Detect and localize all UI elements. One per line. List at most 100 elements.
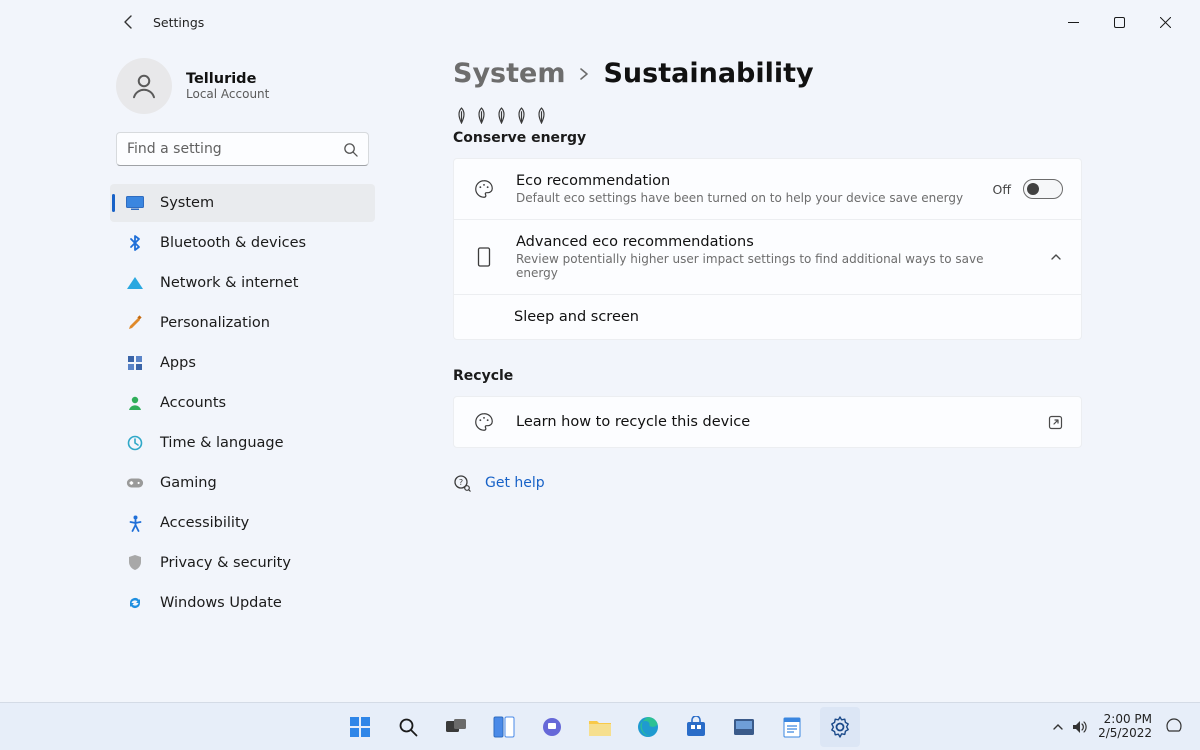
search-input[interactable] xyxy=(127,141,343,157)
nav-item-label: Network & internet xyxy=(160,275,298,291)
update-icon xyxy=(126,594,144,612)
globe-clock-icon xyxy=(126,434,144,452)
bluetooth-icon xyxy=(126,234,144,252)
advanced-subtitle: Review potentially higher user impact se… xyxy=(516,252,1029,280)
nav-item-privacy-security[interactable]: Privacy & security xyxy=(110,544,375,582)
nav-item-label: Time & language xyxy=(160,435,284,451)
nav-item-time-language[interactable]: Time & language xyxy=(110,424,375,462)
close-icon xyxy=(1160,17,1171,28)
system-tray[interactable] xyxy=(1052,720,1088,734)
nav-item-label: Accounts xyxy=(160,395,226,411)
minimize-button[interactable] xyxy=(1050,6,1096,38)
nav-item-personalization[interactable]: Personalization xyxy=(110,304,375,342)
task-view-icon xyxy=(445,718,467,736)
taskbar-date: 2/5/2022 xyxy=(1098,727,1152,741)
chevron-right-icon xyxy=(577,67,591,81)
wifi-icon xyxy=(126,274,144,292)
minimize-icon xyxy=(1068,17,1079,28)
svg-text:?: ? xyxy=(459,478,463,487)
taskbar-clock[interactable]: 2:00 PM 2/5/2022 xyxy=(1098,713,1152,741)
help-icon: ? xyxy=(453,474,471,492)
eco-toggle[interactable] xyxy=(1023,179,1063,199)
display-icon xyxy=(126,194,144,212)
store-button[interactable] xyxy=(676,707,716,747)
close-button[interactable] xyxy=(1142,6,1188,38)
nav-item-label: Gaming xyxy=(160,475,217,491)
nav-item-label: System xyxy=(160,195,214,211)
windows-icon xyxy=(349,716,371,738)
nav-item-accounts[interactable]: Accounts xyxy=(110,384,375,422)
person-icon xyxy=(126,394,144,412)
section-label-conserve: Conserve energy xyxy=(453,130,1082,146)
search-input-container[interactable] xyxy=(116,132,369,166)
app-title: Settings xyxy=(153,15,204,30)
maximize-icon xyxy=(1114,17,1125,28)
edge-button[interactable] xyxy=(628,707,668,747)
breadcrumb: System Sustainability xyxy=(453,58,1082,89)
notepad-icon xyxy=(783,716,801,738)
nav-item-label: Accessibility xyxy=(160,515,249,531)
volume-icon xyxy=(1072,720,1088,734)
learn-recycle-title: Learn how to recycle this device xyxy=(516,414,1028,430)
recycle-card: Learn how to recycle this device xyxy=(453,396,1082,448)
notifications-button[interactable] xyxy=(1162,715,1186,739)
profile-name: Telluride xyxy=(186,71,269,87)
nav-item-accessibility[interactable]: Accessibility xyxy=(110,504,375,542)
profile-subtitle: Local Account xyxy=(186,87,269,101)
nav-item-label: Windows Update xyxy=(160,595,282,611)
widgets-button[interactable] xyxy=(484,707,524,747)
nav-item-bluetooth[interactable]: Bluetooth & devices xyxy=(110,224,375,262)
nav-item-system[interactable]: System xyxy=(110,184,375,222)
person-icon xyxy=(129,71,159,101)
taskbar-search-button[interactable] xyxy=(388,707,428,747)
chat-button[interactable] xyxy=(532,707,572,747)
app-icon xyxy=(733,718,755,736)
taskbar: 2:00 PM 2/5/2022 xyxy=(0,702,1200,750)
search-icon xyxy=(398,717,418,737)
sleep-title: Sleep and screen xyxy=(514,309,1063,325)
arrow-left-icon xyxy=(121,14,137,30)
breadcrumb-parent[interactable]: System xyxy=(453,58,565,89)
nav-item-network[interactable]: Network & internet xyxy=(110,264,375,302)
widgets-icon xyxy=(493,716,515,738)
nav-item-gaming[interactable]: Gaming xyxy=(110,464,375,502)
search-icon xyxy=(343,142,358,157)
pinned-app-1[interactable] xyxy=(724,707,764,747)
advanced-eco-row[interactable]: Advanced eco recommendations Review pote… xyxy=(454,219,1081,294)
get-help-row[interactable]: ? Get help xyxy=(453,474,1082,492)
nav-item-apps[interactable]: Apps xyxy=(110,344,375,382)
section-label-recycle: Recycle xyxy=(453,368,1082,384)
accessibility-icon xyxy=(126,514,144,532)
sleep-screen-row[interactable]: Sleep and screen xyxy=(454,294,1081,339)
store-icon xyxy=(685,716,707,738)
folder-icon xyxy=(588,717,612,737)
get-help-link[interactable]: Get help xyxy=(485,475,545,491)
maximize-button[interactable] xyxy=(1096,6,1142,38)
learn-recycle-row[interactable]: Learn how to recycle this device xyxy=(454,397,1081,447)
apps-icon xyxy=(126,354,144,372)
eco-title: Eco recommendation xyxy=(516,173,973,189)
device-icon xyxy=(472,247,496,267)
gamepad-icon xyxy=(126,474,144,492)
nav-item-label: Privacy & security xyxy=(160,555,291,571)
file-explorer-button[interactable] xyxy=(580,707,620,747)
gear-icon xyxy=(829,716,851,738)
nav-list: System Bluetooth & devices Network & int… xyxy=(110,184,375,622)
settings-taskbar-button[interactable] xyxy=(820,707,860,747)
page-title: Sustainability xyxy=(603,58,813,89)
nav-item-windows-update[interactable]: Windows Update xyxy=(110,584,375,622)
taskbar-center xyxy=(340,707,860,747)
palette-icon xyxy=(472,178,496,200)
pinned-app-2[interactable] xyxy=(772,707,812,747)
nav-item-label: Apps xyxy=(160,355,196,371)
edge-icon xyxy=(637,716,659,738)
start-button[interactable] xyxy=(340,707,380,747)
shield-icon xyxy=(126,554,144,572)
palette-icon xyxy=(472,411,496,433)
task-view-button[interactable] xyxy=(436,707,476,747)
eco-recommendation-row[interactable]: Eco recommendation Default eco settings … xyxy=(454,159,1081,219)
title-bar: Settings xyxy=(0,0,1200,44)
profile-block[interactable]: Telluride Local Account xyxy=(110,50,375,132)
avatar xyxy=(116,58,172,114)
back-button[interactable] xyxy=(115,8,143,36)
